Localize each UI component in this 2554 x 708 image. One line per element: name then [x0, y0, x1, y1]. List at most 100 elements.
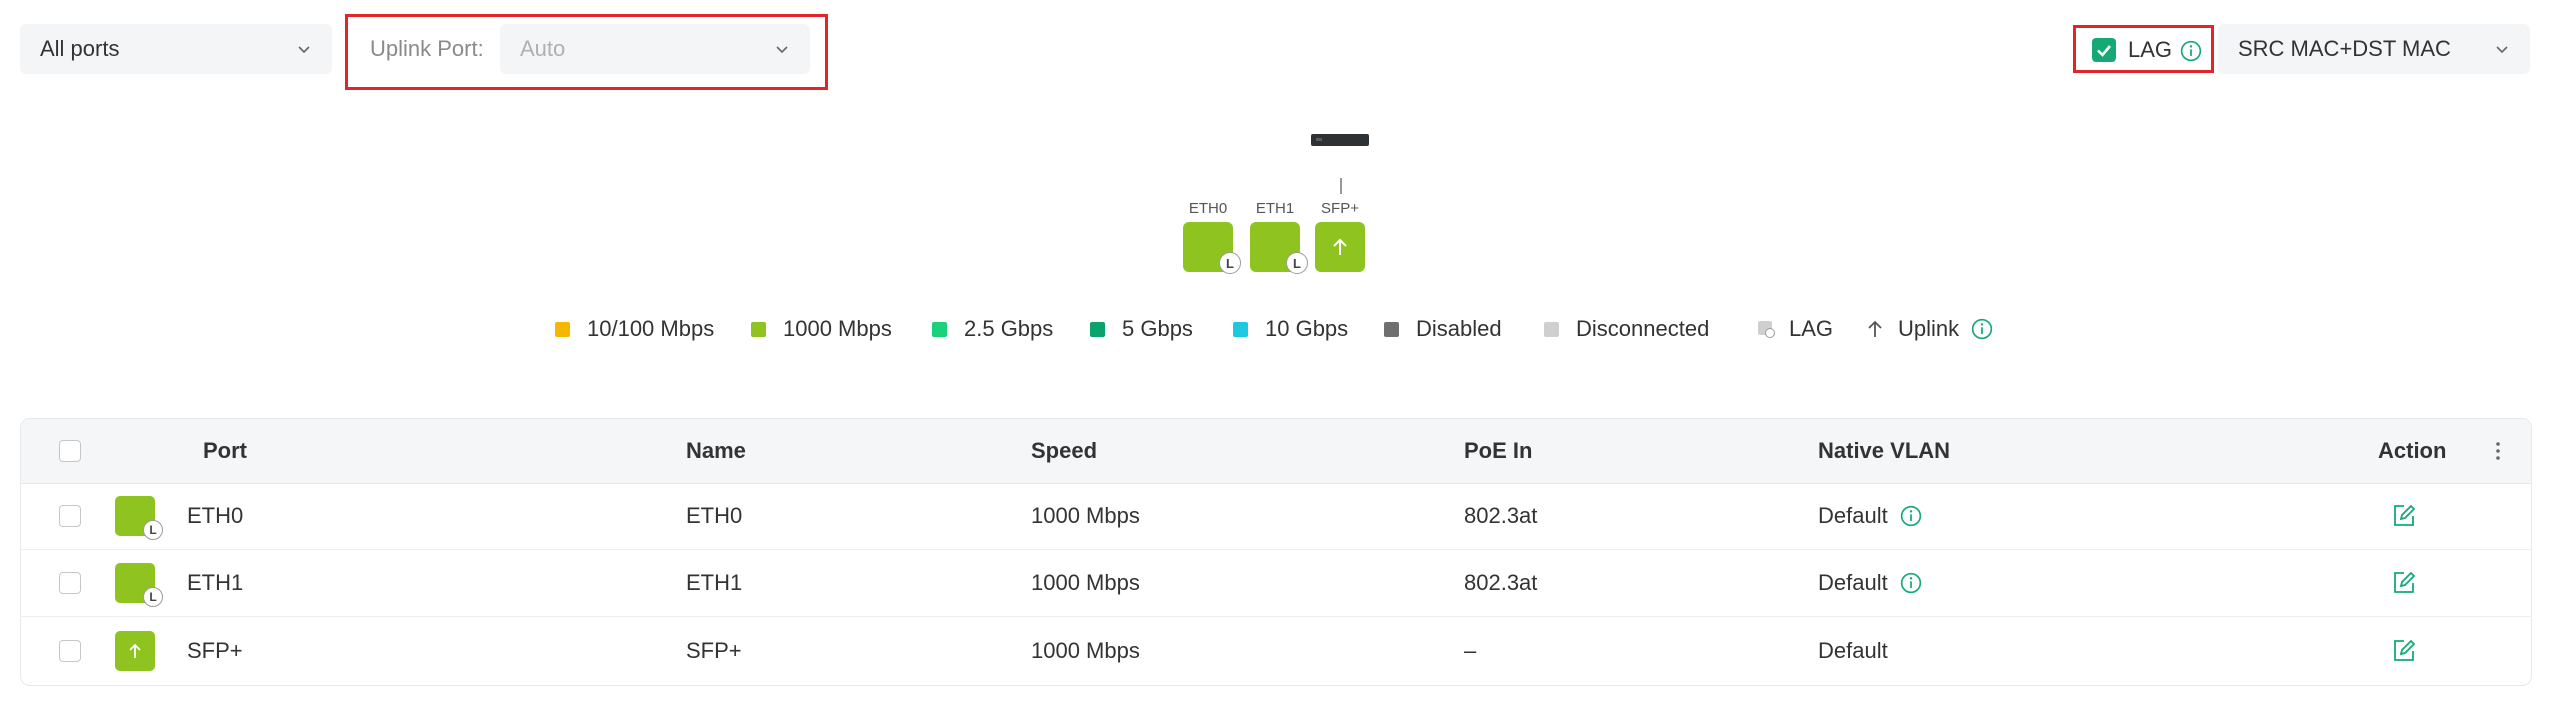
header-native-vlan[interactable]: Native VLAN [1818, 419, 1950, 483]
edit-icon [2394, 639, 2416, 661]
more-vertical-icon [2496, 442, 2500, 460]
port-tile-icon: L [115, 563, 163, 607]
cell-poe-in: – [1464, 637, 1477, 663]
diagram-port-eth0[interactable]: L [1183, 222, 1241, 274]
uplink-arrow-icon [1868, 320, 1882, 337]
uplink-connector-line [1340, 178, 1342, 194]
port-status-icon [115, 617, 155, 684]
edit-icon [2394, 571, 2416, 593]
info-icon[interactable] [1971, 318, 1993, 340]
legend-swatch [751, 321, 766, 337]
row-checkbox[interactable] [59, 639, 81, 662]
cell-poe-in: 802.3at [1464, 570, 1538, 595]
row-checkbox[interactable] [59, 505, 81, 527]
edit-button[interactable] [2391, 483, 2417, 549]
table-row[interactable]: L ETH1 ETH1 1000 Mbps 802.3at Default [21, 550, 2531, 617]
check-icon [2097, 45, 2111, 57]
port-tile-icon: L [115, 496, 163, 540]
hash-algorithm-select[interactable]: SRC MAC+DST MAC [2218, 24, 2530, 74]
header-name[interactable]: Name [686, 419, 746, 483]
legend-item: LAG [1757, 314, 1833, 344]
legend-label: 10/100 Mbps [587, 316, 715, 341]
port-status-icon: L [115, 550, 163, 616]
vlan-value: Default [1818, 503, 1888, 528]
row-checkbox-cell [59, 617, 81, 684]
lag-checkbox[interactable] [2092, 38, 2116, 62]
legend-label: 2.5 Gbps [964, 316, 1054, 341]
legend-item: 10/100 Mbps [555, 314, 714, 344]
legend-item: Disabled [1384, 314, 1502, 344]
legend-item: 2.5 Gbps [932, 314, 1053, 344]
legend-label: LAG [1789, 316, 1834, 341]
lag-badge: L [1219, 252, 1241, 274]
diagram-port-label: ETH0 [1188, 200, 1228, 217]
select-all-checkbox[interactable] [59, 440, 81, 462]
edit-icon [2394, 504, 2416, 526]
legend-swatch [1384, 321, 1399, 337]
legend-swatch [555, 321, 570, 337]
legend-label: Disabled [1416, 316, 1502, 341]
legend-label: 5 Gbps [1122, 316, 1193, 341]
chevron-down-icon [298, 46, 310, 54]
header-action: Action [2378, 438, 2447, 463]
lag-badge: L [143, 587, 163, 607]
header-speed[interactable]: Speed [1031, 419, 1097, 483]
legend-label: 1000 Mbps [783, 316, 892, 341]
edit-button[interactable] [2391, 617, 2417, 684]
uplink-port-select[interactable]: Auto [500, 24, 810, 74]
diagram-port-sfp[interactable] [1315, 222, 1365, 272]
column-settings-button[interactable] [2495, 419, 2501, 483]
chevron-down-icon [2496, 46, 2508, 54]
legend-swatch [932, 321, 947, 337]
vlan-value: Default [1818, 570, 1888, 595]
diagram-port-label: SFP+ [1321, 200, 1359, 217]
legend-item: Disconnected [1544, 314, 1709, 344]
vlan-value: Default [1818, 637, 1888, 663]
lag-label: LAG [2128, 37, 2173, 62]
header-poe-in[interactable]: PoE In [1464, 419, 1532, 483]
cell-port: SFP+ [187, 637, 243, 663]
row-checkbox[interactable] [59, 572, 81, 594]
all-ports-select[interactable]: All ports [20, 24, 332, 74]
cell-native-vlan: Default [1818, 617, 1888, 684]
uplink-port-value: Auto [520, 36, 566, 61]
legend-label: Uplink [1898, 316, 1960, 341]
info-icon[interactable] [2180, 40, 2202, 62]
legend-item: 1000 Mbps [751, 314, 892, 344]
table-row[interactable]: L ETH0 ETH0 1000 Mbps 802.3at Default [21, 483, 2531, 550]
cell-name: ETH1 [686, 570, 743, 595]
cell-name: ETH0 [686, 503, 743, 528]
edit-button[interactable] [2391, 550, 2417, 616]
legend-item: 10 Gbps [1233, 314, 1348, 344]
cell-speed: 1000 Mbps [1031, 570, 1140, 595]
uplink-arrow-icon [1333, 238, 1347, 255]
header-port[interactable]: Port [203, 419, 247, 483]
cell-native-vlan: Default [1818, 483, 1922, 549]
row-checkbox-cell [59, 550, 81, 616]
port-status-icon: L [115, 483, 163, 549]
cell-port: ETH0 [187, 503, 244, 528]
info-icon[interactable] [1900, 572, 1922, 594]
lag-badge: L [143, 520, 163, 540]
cell-name: SFP+ [686, 637, 742, 663]
lag-legend-icon [1758, 321, 1775, 338]
select-all-cell [59, 419, 81, 483]
legend-swatch [1090, 321, 1105, 337]
table-row[interactable]: SFP+ SFP+ 1000 Mbps – Default [21, 617, 2531, 684]
hash-algorithm-value: SRC MAC+DST MAC [2238, 36, 2451, 61]
device-icon [1311, 134, 1369, 146]
cell-port: ETH1 [187, 570, 244, 595]
uplink-arrow-icon [129, 643, 141, 658]
port-tile-icon [115, 630, 155, 671]
diagram-port-label: ETH1 [1255, 200, 1295, 217]
all-ports-value: All ports [40, 36, 120, 61]
cell-speed: 1000 Mbps [1031, 637, 1140, 663]
cell-poe-in: 802.3at [1464, 503, 1538, 528]
uplink-port-label: Uplink Port: [370, 36, 484, 61]
cell-native-vlan: Default [1818, 550, 1922, 616]
chevron-down-icon [776, 46, 788, 54]
legend-swatch [1544, 321, 1559, 337]
diagram-port-eth1[interactable]: L [1250, 222, 1308, 274]
info-icon[interactable] [1900, 505, 1922, 527]
legend-swatch [1233, 321, 1248, 337]
